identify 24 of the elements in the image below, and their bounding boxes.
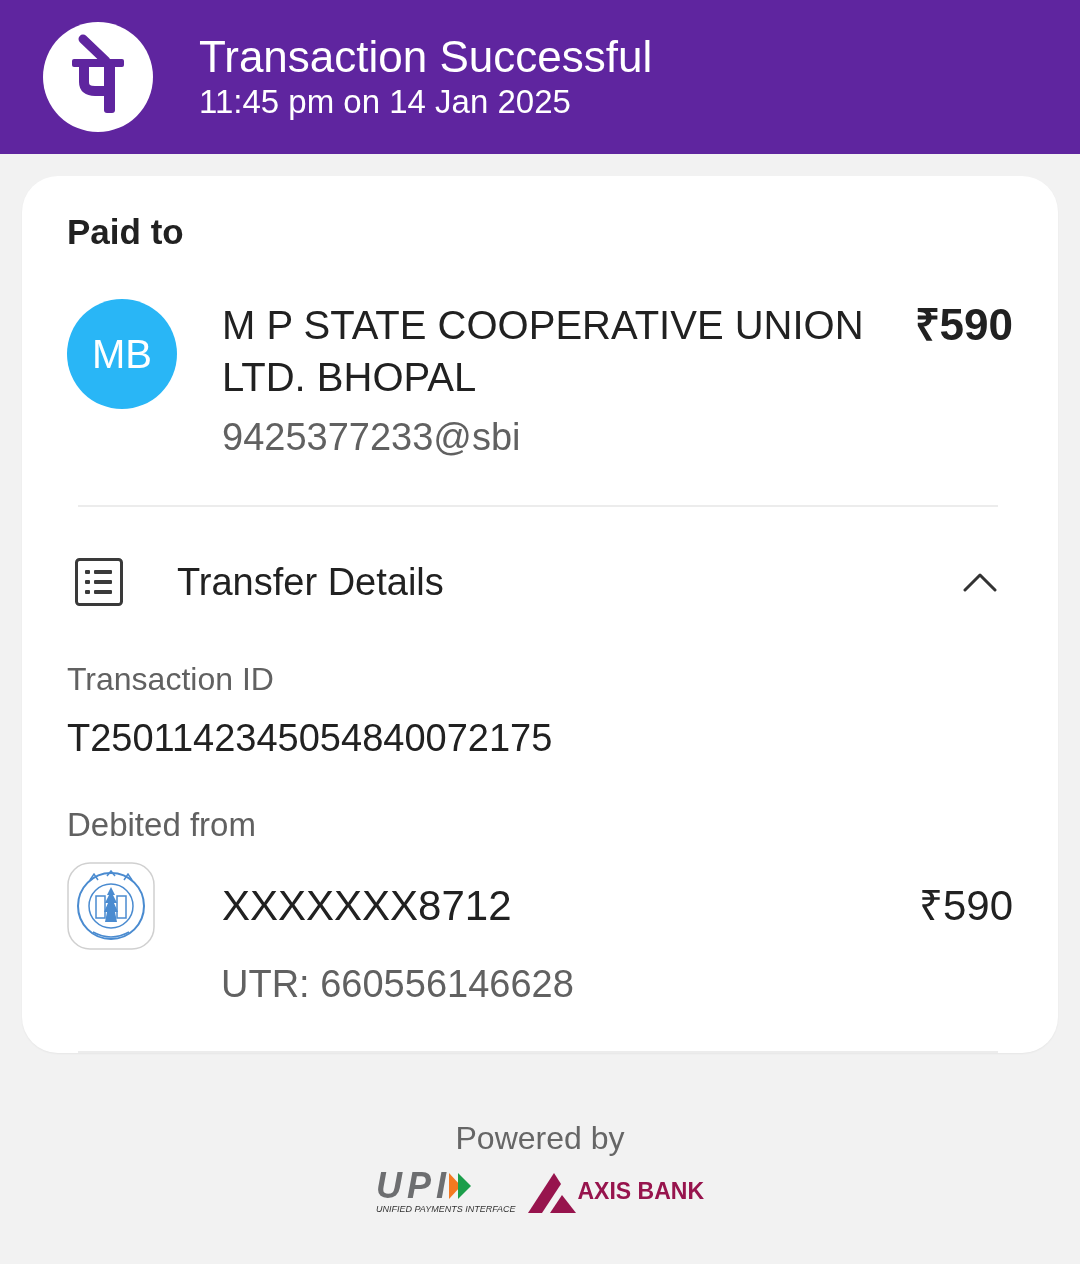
upi-id: 9425377233@sbi [222, 415, 522, 460]
list-icon [75, 558, 123, 606]
bank-wordmark: AXIS BANK [577, 1178, 704, 1203]
axis-logo-icon [527, 1172, 576, 1213]
section-heading: Paid to [67, 211, 185, 253]
section-title: Transfer Details [177, 560, 445, 605]
amount: ₹590 [918, 881, 1013, 931]
account-number: XXXXXXX8712 [222, 881, 513, 931]
field-label: Transaction ID [67, 660, 275, 699]
phonepe-logo-icon [43, 22, 153, 132]
utr-number: UTR: 660556146628 [221, 962, 575, 1007]
amount: ₹590 [914, 299, 1013, 351]
upi-wordmark: UPI [376, 1170, 451, 1202]
payee-name: M P STATE COOPERATIVE UNION LTD. BHOPAL [222, 302, 865, 401]
bank-logo-icon [67, 862, 155, 950]
powered-by-label: Powered by [455, 1119, 625, 1158]
upi-tagline: UNIFIED PAYMENTS INTERFACE [376, 1204, 516, 1215]
upi-arrow-icon [449, 1173, 471, 1199]
field-label: Debited from [67, 805, 257, 845]
transaction-id: T2501142345054840072175 [67, 716, 554, 761]
status-title: Transaction Successful [199, 32, 653, 82]
chevron-up-icon[interactable] [963, 572, 997, 592]
transaction-time: 11:45 pm on 14 Jan 2025 [199, 82, 572, 122]
avatar-initials: MB [67, 299, 177, 409]
